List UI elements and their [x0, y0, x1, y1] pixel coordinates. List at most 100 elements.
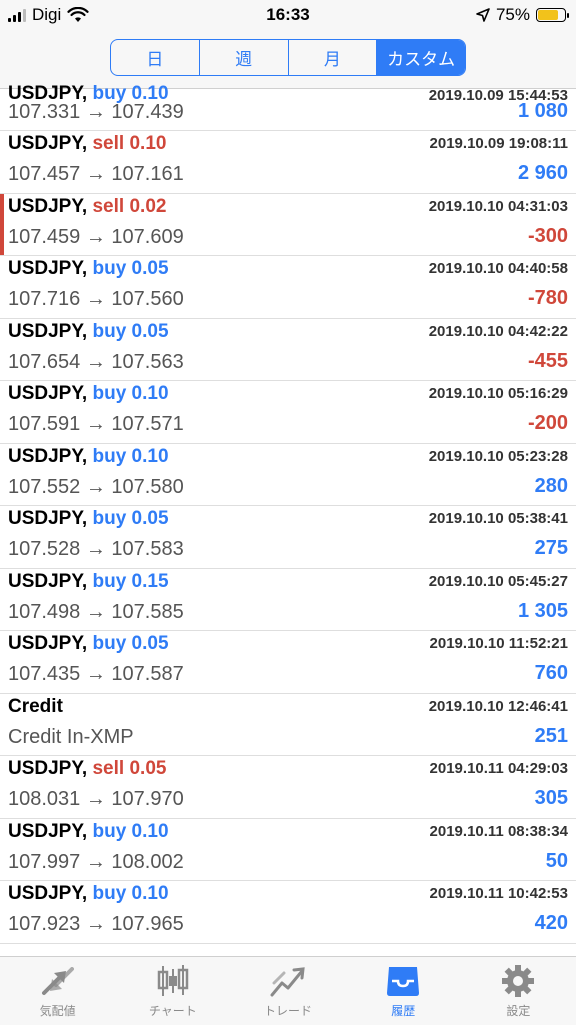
trade-symbol: USDJPY,: [8, 320, 88, 342]
trade-side: sell: [92, 758, 125, 779]
trade-profit: -200: [527, 412, 568, 434]
table-row[interactable]: Credit 2019.10.10 12:46:41 Credit In-XMP 25…: [0, 694, 576, 756]
trade-side: buy: [92, 633, 127, 654]
trade-profit: -780: [527, 287, 568, 309]
table-row[interactable]: USDJPY, sell 0.05 2019.10.11 04:29:03 108.…: [0, 756, 576, 819]
table-row[interactable]: USDJPY, buy 0.10 2019.10.09 15:44:53 107.3…: [0, 83, 576, 131]
bottom-tab-bar: 気配値 チャート トレード 履歴 設定: [0, 956, 576, 1025]
table-row[interactable]: USDJPY, buy 0.05 2019.10.10 11:52:21 107.4…: [0, 631, 576, 694]
trade-volume: 0.10: [131, 883, 169, 904]
trade-profit: -455: [527, 349, 568, 372]
trade-side: sell: [92, 195, 125, 217]
trade-prices: 107.331 → 107.439: [8, 101, 184, 123]
tab-history-inbox[interactable]: 履歴: [346, 957, 461, 1025]
trade-side: buy: [92, 820, 127, 842]
tab-candlestick-chart[interactable]: チャート: [115, 957, 230, 1025]
trade-prices: 107.457 → 107.161: [8, 163, 184, 185]
trade-volume: 0.05: [129, 758, 167, 779]
trade-symbol: USDJPY,: [8, 820, 88, 842]
trade-prices: Credit In-XMP: [8, 725, 134, 748]
trade-prices: 107.435 → 107.587: [8, 663, 184, 685]
trade-title: USDJPY, buy 0.05: [8, 633, 169, 655]
trade-symbol: USDJPY,: [8, 383, 88, 404]
trade-symbol: USDJPY,: [8, 758, 88, 779]
trade-time: 2019.10.10 05:23:28: [428, 447, 568, 465]
trade-side: sell: [92, 133, 125, 154]
trade-title: USDJPY, buy 0.10: [8, 821, 169, 843]
table-row[interactable]: USDJPY, buy 0.10 2019.10.11 10:42:53 107.9…: [0, 881, 576, 944]
tab-gear[interactable]: 設定: [461, 957, 576, 1025]
trade-time: 2019.10.10 04:31:03: [428, 197, 568, 215]
quotes-arrows-icon: [38, 963, 78, 1002]
trade-title: USDJPY, sell 0.05: [8, 758, 166, 780]
trade-profit: 420: [534, 912, 568, 934]
table-row[interactable]: USDJPY, sell 0.02 2019.10.10 04:31:03 107.…: [0, 193, 576, 256]
tab-label: チャート: [148, 1004, 197, 1018]
trade-time: 2019.10.11 08:38:34: [429, 822, 568, 840]
tab-label: 設定: [506, 1004, 531, 1018]
status-bar: Digi 16:33 75%: [0, 0, 576, 30]
trade-prices: 107.498 → 107.585: [8, 600, 184, 623]
trade-volume: 0.05: [131, 633, 169, 654]
tab-trade-line[interactable]: トレード: [230, 957, 345, 1025]
trade-volume: 0.05: [131, 258, 169, 279]
trade-volume: 0.10: [131, 445, 169, 467]
trade-profit: -300: [527, 224, 568, 247]
segment-1[interactable]: 週: [198, 40, 288, 75]
trade-side: buy: [92, 445, 127, 467]
trade-line-icon: [268, 963, 308, 1002]
trade-side: buy: [92, 258, 127, 279]
trade-profit: 2 960: [517, 162, 568, 184]
trade-time: 2019.10.10 05:38:41: [428, 510, 568, 527]
trade-title: USDJPY, buy 0.15: [8, 571, 169, 593]
trade-time: 2019.10.10 05:45:27: [428, 572, 568, 590]
segment-3[interactable]: カスタム: [376, 40, 465, 75]
trade-prices: 107.459 → 107.609: [8, 225, 184, 248]
trade-prices: 107.528 → 107.583: [8, 538, 184, 560]
table-row[interactable]: USDJPY, buy 0.10 2019.10.10 05:23:28 107.5…: [0, 444, 576, 506]
trade-title: USDJPY, sell 0.02: [8, 196, 166, 218]
history-list[interactable]: USDJPY, buy 0.10 2019.10.09 15:44:53 107.3…: [0, 83, 576, 944]
trade-profit: 1 305: [517, 599, 568, 622]
trade-profit: 251: [534, 724, 568, 747]
trade-prices: 108.031 → 107.970: [8, 788, 184, 810]
trade-symbol: Credit: [8, 695, 63, 717]
trade-symbol: USDJPY,: [8, 258, 88, 279]
trade-prices: 107.716 → 107.560: [8, 288, 184, 310]
trade-side: buy: [92, 320, 127, 342]
trade-side: buy: [92, 508, 127, 529]
table-row[interactable]: USDJPY, buy 0.05 2019.10.10 05:38:41 107.5…: [0, 506, 576, 569]
trade-symbol: USDJPY,: [8, 633, 88, 654]
trade-title: USDJPY, buy 0.10: [8, 883, 169, 905]
table-row[interactable]: USDJPY, buy 0.05 2019.10.10 04:42:22 107.6…: [0, 319, 576, 381]
trade-symbol: USDJPY,: [8, 445, 88, 467]
segment-0[interactable]: 日: [111, 40, 199, 75]
trade-side: buy: [92, 383, 127, 404]
table-row[interactable]: USDJPY, buy 0.15 2019.10.10 05:45:27 107.4…: [0, 569, 576, 631]
table-row[interactable]: USDJPY, buy 0.10 2019.10.11 08:38:34 107.9…: [0, 819, 576, 881]
tab-label: 履歴: [391, 1004, 416, 1018]
trade-title: USDJPY, buy 0.05: [8, 258, 169, 280]
history-inbox-icon: [383, 963, 423, 1002]
trade-prices: 107.923 → 107.965: [8, 913, 184, 935]
table-row[interactable]: USDJPY, sell 0.10 2019.10.09 19:08:11 107.…: [0, 131, 576, 194]
trade-prices: 107.654 → 107.563: [8, 350, 184, 373]
trade-prices: 107.997 → 108.002: [8, 850, 184, 873]
trade-title: USDJPY, buy 0.05: [8, 508, 169, 530]
period-selector-bar: 日週月カスタム: [0, 30, 576, 89]
trade-volume: 0.15: [131, 570, 169, 592]
trade-symbol: USDJPY,: [8, 133, 88, 154]
period-segmented-control: 日週月カスタム: [110, 39, 466, 76]
trade-time: 2019.10.11 04:29:03: [429, 760, 568, 777]
trade-volume: 0.10: [129, 133, 167, 154]
table-row[interactable]: USDJPY, buy 0.05 2019.10.10 04:40:58 107.7…: [0, 256, 576, 319]
trade-symbol: USDJPY,: [8, 883, 88, 904]
trade-prices: 107.591 → 107.571: [8, 413, 184, 435]
trade-symbol: USDJPY,: [8, 570, 88, 592]
trade-profit: 280: [534, 474, 568, 497]
trade-volume: 0.10: [131, 820, 169, 842]
table-row[interactable]: USDJPY, buy 0.10 2019.10.10 05:16:29 107.5…: [0, 381, 576, 444]
tab-quotes-arrows[interactable]: 気配値: [0, 957, 115, 1025]
battery-percent: 75%: [495, 5, 530, 24]
segment-2[interactable]: 月: [287, 40, 377, 75]
